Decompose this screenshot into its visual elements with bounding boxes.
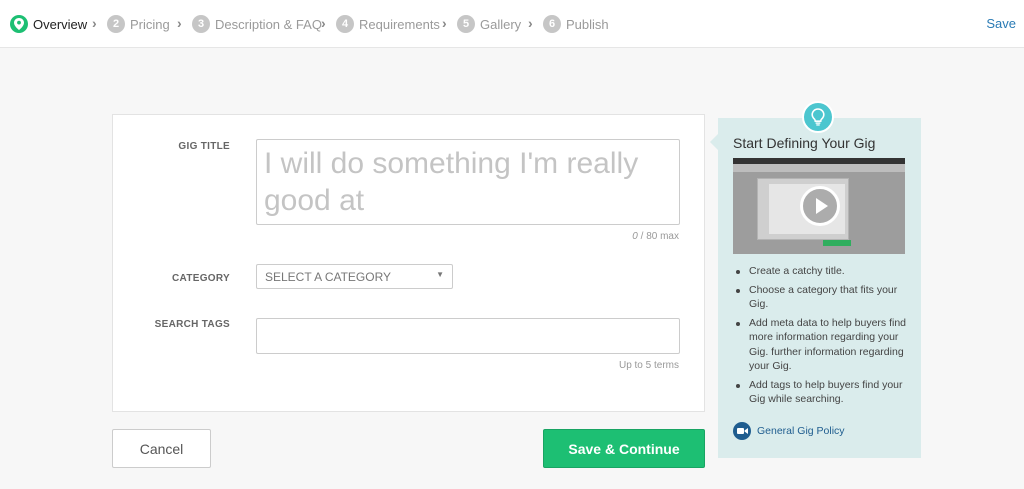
category-label: CATEGORY bbox=[172, 273, 230, 284]
search-tags-label: SEARCH TAGS bbox=[154, 319, 230, 330]
gig-title-label: GIG TITLE bbox=[178, 141, 230, 152]
step-number: 4 bbox=[336, 15, 354, 33]
step-description-faq[interactable]: 3 Description & FAQ bbox=[192, 14, 322, 34]
tip-item: Create a catchy title. bbox=[733, 264, 913, 279]
play-icon[interactable] bbox=[800, 186, 840, 226]
step-requirements[interactable]: 4 Requirements bbox=[336, 14, 440, 34]
tutorial-video-thumbnail[interactable] bbox=[733, 158, 905, 254]
gig-title-field bbox=[256, 139, 680, 225]
tip-item: Choose a category that fits your Gig. bbox=[733, 283, 913, 312]
caret-down-icon: ▼ bbox=[436, 270, 444, 279]
search-tags-input[interactable] bbox=[257, 319, 679, 353]
step-publish[interactable]: 6 Publish bbox=[543, 14, 609, 34]
search-tags-field bbox=[256, 318, 680, 354]
title-char-counter: 0 / 80 max bbox=[632, 231, 679, 242]
char-max: / 80 max bbox=[640, 231, 679, 242]
char-count: 0 bbox=[632, 231, 638, 242]
video-mock-nav bbox=[733, 164, 905, 172]
tags-hint: Up to 5 terms bbox=[618, 360, 679, 371]
gig-overview-form: GIG TITLE 0 / 80 max CATEGORY SELECT A C… bbox=[112, 114, 705, 412]
tips-list: Create a catchy title. Choose a category… bbox=[733, 264, 913, 411]
step-label: Description & FAQ bbox=[215, 16, 322, 32]
tip-item: Add tags to help buyers find your Gig wh… bbox=[733, 378, 913, 407]
policy-link-label: General Gig Policy bbox=[757, 425, 845, 437]
cancel-button[interactable]: Cancel bbox=[112, 429, 211, 468]
tip-item: Add meta data to help buyers find more i… bbox=[733, 316, 913, 374]
chevron-right-icon: › bbox=[442, 15, 447, 31]
chevron-right-icon: › bbox=[321, 15, 326, 31]
step-number: 3 bbox=[192, 15, 210, 33]
map-pin-icon bbox=[10, 15, 28, 33]
general-gig-policy-link[interactable]: General Gig Policy bbox=[733, 422, 845, 440]
chevron-right-icon: › bbox=[177, 15, 182, 31]
progress-steps-bar: Overview › 2 Pricing › 3 Description & F… bbox=[0, 0, 1024, 48]
chevron-right-icon: › bbox=[92, 15, 97, 31]
step-pricing[interactable]: 2 Pricing bbox=[107, 14, 170, 34]
step-label: Pricing bbox=[130, 16, 170, 32]
chevron-right-icon: › bbox=[528, 15, 533, 31]
tips-panel: Start Defining Your Gig Create a catchy … bbox=[710, 101, 921, 458]
step-gallery[interactable]: 5 Gallery bbox=[457, 14, 521, 34]
gig-title-input[interactable] bbox=[257, 140, 679, 224]
step-number: 2 bbox=[107, 15, 125, 33]
tips-title: Start Defining Your Gig bbox=[733, 135, 876, 151]
save-link[interactable]: Save bbox=[986, 16, 1016, 31]
step-label: Gallery bbox=[480, 16, 522, 32]
step-number: 5 bbox=[457, 15, 475, 33]
category-selected-value: SELECT A CATEGORY bbox=[265, 270, 392, 284]
video-mock-button bbox=[823, 240, 851, 246]
step-label: Requirements bbox=[359, 16, 440, 32]
video-camera-icon bbox=[733, 422, 751, 440]
step-number: 6 bbox=[543, 15, 561, 33]
step-label: Overview bbox=[33, 16, 88, 32]
lightbulb-icon bbox=[802, 101, 834, 133]
step-label: Publish bbox=[566, 16, 609, 32]
category-select[interactable]: SELECT A CATEGORY ▼ bbox=[256, 264, 453, 289]
save-and-continue-button[interactable]: Save & Continue bbox=[543, 429, 705, 468]
step-overview[interactable]: Overview bbox=[10, 14, 87, 34]
